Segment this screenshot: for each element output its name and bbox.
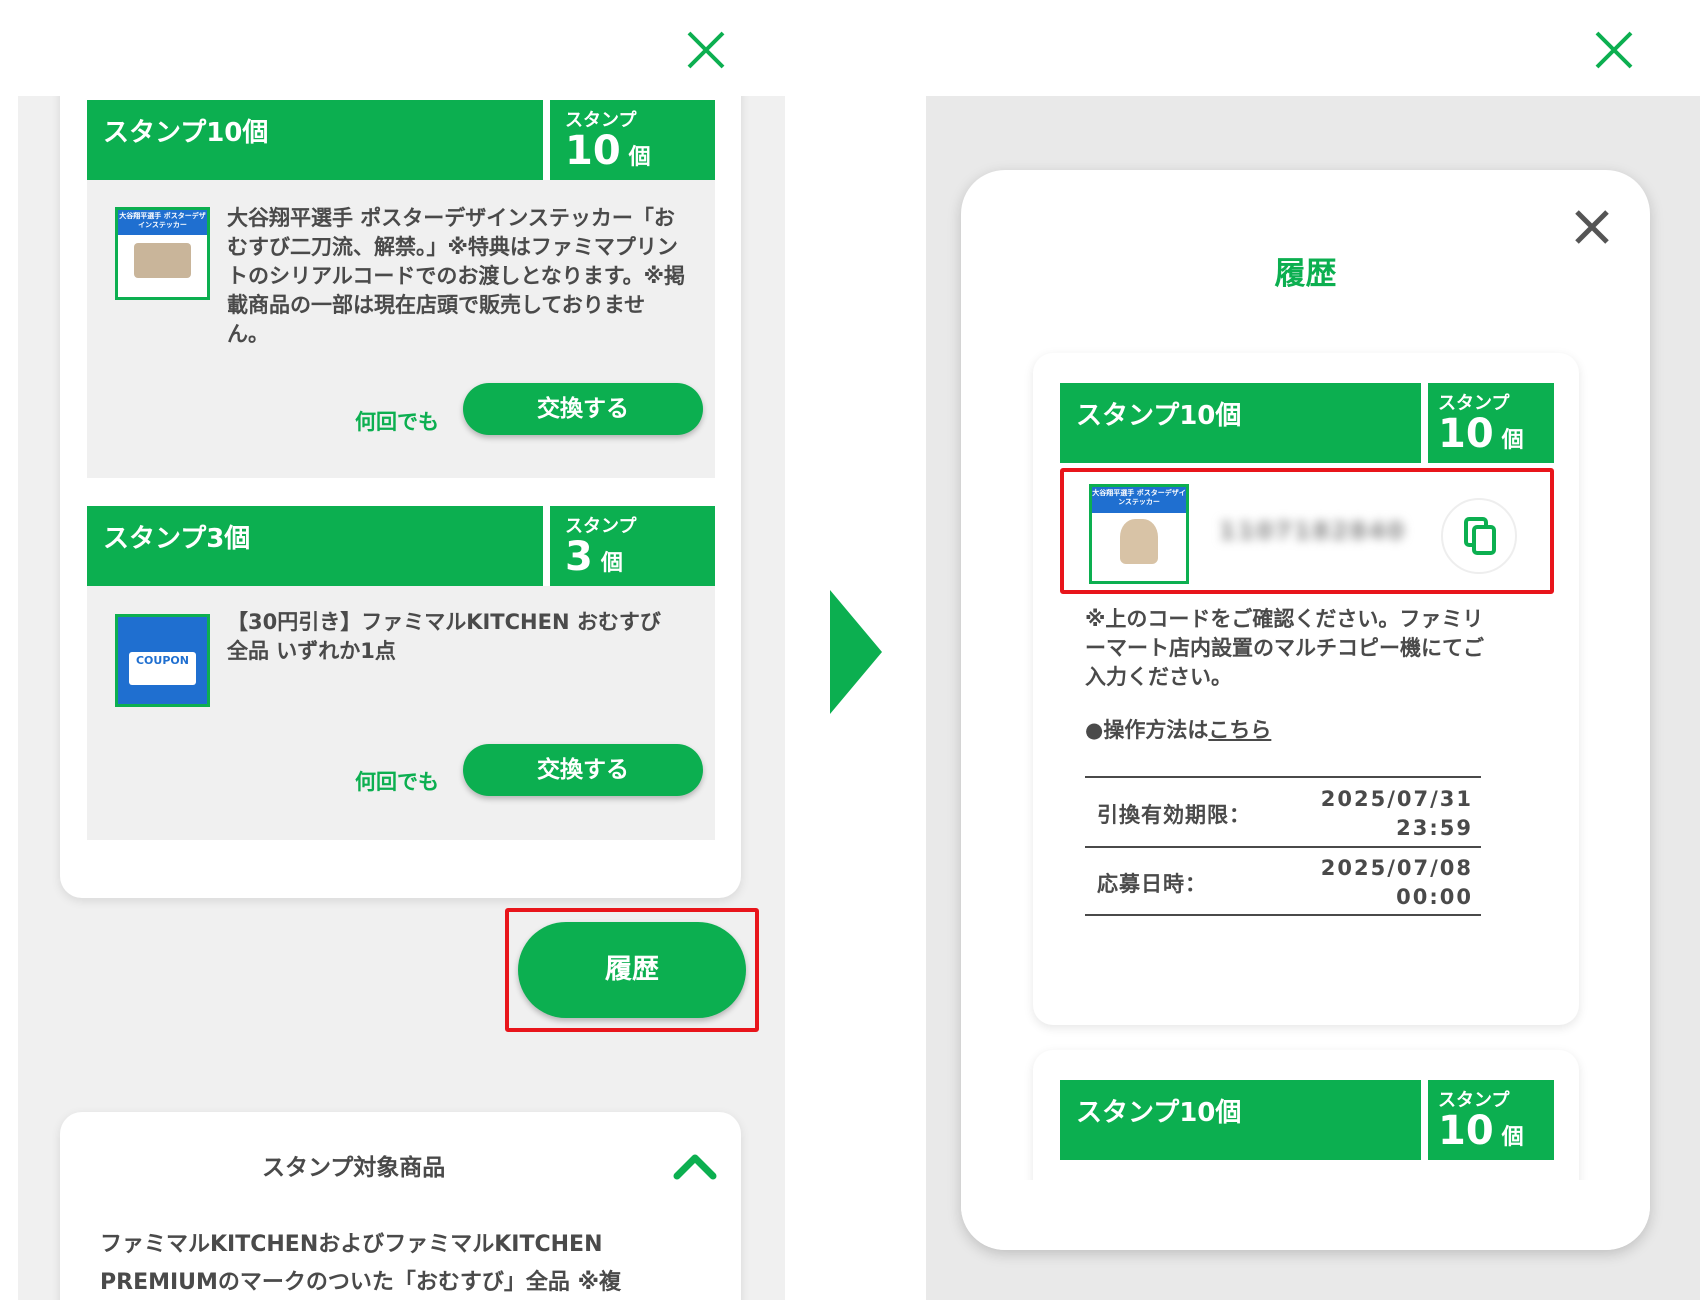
close-icon[interactable] [1594, 30, 1634, 70]
reward-item: COUPON 【30円引き】ファミマルKITCHEN おむすび 全品 いずれか1… [87, 586, 715, 840]
sticker-thumbnail: 大谷翔平選手 ポスターデザインステッカー [1089, 484, 1189, 584]
stamp-count: 3個 [565, 534, 623, 580]
stamp-count: 10 個 [1438, 411, 1524, 457]
reward-header: スタンプ10個 スタンプ 10 個 [87, 100, 715, 180]
thumbnail-caption: 大谷翔平選手 ポスターデザインステッカー [118, 210, 207, 235]
target-products-card: スタンプ対象商品 ファミマルKITCHENおよびファミマルKITCHEN PRE… [60, 1112, 741, 1300]
sticker-thumbnail: 大谷翔平選手 ポスターデザインステッカー [115, 207, 210, 300]
history-entry: スタンプ10個 スタンプ 10 個 大谷翔平選手 ポスターデザインステッカー 11… [1033, 353, 1579, 1025]
reward-title: スタンプ10個 [1076, 401, 1242, 431]
copy-button[interactable] [1441, 498, 1517, 574]
divider [1085, 846, 1481, 848]
reward-title: スタンプ10個 [1076, 1098, 1242, 1128]
target-products-text: ファミマルKITCHENおよびファミマルKITCHEN PREMIUMのマークの… [100, 1232, 621, 1295]
chevron-up-icon[interactable] [672, 1152, 718, 1184]
modal-bottom-fade [961, 1180, 1650, 1250]
header-divider [1421, 1080, 1428, 1160]
close-icon[interactable] [686, 30, 726, 70]
divider [1085, 776, 1481, 778]
reward-title: スタンプ3個 [103, 524, 251, 554]
reward-title: スタンプ10個 [103, 118, 269, 148]
transition-arrow-icon [830, 590, 882, 714]
reward-description: 大谷翔平選手 ポスターデザインステッカー「おむすび二刀流、解禁。」※特典はファミ… [227, 206, 686, 346]
history-modal: 履歴 スタンプ10個 スタンプ 10 個 大谷翔平選手 ポスターデザインステッカー… [961, 170, 1650, 1250]
reward-header: スタンプ10個 スタンプ 10 個 [1060, 383, 1554, 463]
header-divider [543, 100, 550, 180]
stamp-count: 10 個 [1438, 1108, 1524, 1154]
repeat-label: 何回でも [355, 770, 439, 794]
coupon-thumbnail: COUPON [115, 614, 210, 707]
repeat-label: 何回でも [355, 410, 439, 434]
stamp-count: 10 個 [565, 128, 651, 174]
header-divider [1421, 383, 1428, 463]
expiry-value: 2025/07/31 23:59 [1320, 787, 1473, 840]
serial-code: 1107182840 [1219, 517, 1406, 545]
history-button[interactable]: 履歴 [518, 922, 746, 1018]
howto-link[interactable]: こちら [1208, 718, 1271, 742]
left-screen: スタンプ10個 スタンプ 10 個 大谷翔平選手 ポスターデザインステッカー 大谷… [18, 96, 785, 1300]
right-screen: 履歴 スタンプ10個 スタンプ 10 個 大谷翔平選手 ポスターデザインステッカー… [926, 96, 1700, 1300]
copy-icon [1463, 516, 1497, 560]
reward-header: スタンプ3個 スタンプ 3個 [87, 506, 715, 586]
expiry-label: 引換有効期限： [1097, 803, 1251, 827]
exchange-button[interactable]: 交換する [463, 744, 703, 796]
howto-line: ●操作方法はこちら [1085, 718, 1272, 742]
reward-header: スタンプ10個 スタンプ 10 個 [1060, 1080, 1554, 1160]
divider [1085, 914, 1481, 916]
modal-close-icon[interactable] [1573, 208, 1611, 250]
code-instructions: ※上のコードをご確認ください。ファミリーマート店内設置のマルチコピー機にてご入力… [1085, 607, 1484, 689]
applied-value: 2025/07/08 00:00 [1320, 856, 1473, 909]
thumbnail-caption: 大谷翔平選手 ポスターデザインステッカー [1092, 487, 1186, 514]
coupon-label: COUPON [135, 654, 189, 668]
exchange-button[interactable]: 交換する [463, 383, 703, 435]
reward-item: 大谷翔平選手 ポスターデザインステッカー 大谷翔平選手 ポスターデザインステッカ… [87, 180, 715, 478]
modal-title: 履歴 [1274, 256, 1337, 292]
header-divider [543, 506, 550, 586]
reward-description: 【30円引き】ファミマルKITCHEN おむすび 全品 いずれか1点 [227, 610, 661, 663]
target-products-title: スタンプ対象商品 [262, 1155, 446, 1181]
applied-label: 応募日時： [1097, 872, 1207, 896]
